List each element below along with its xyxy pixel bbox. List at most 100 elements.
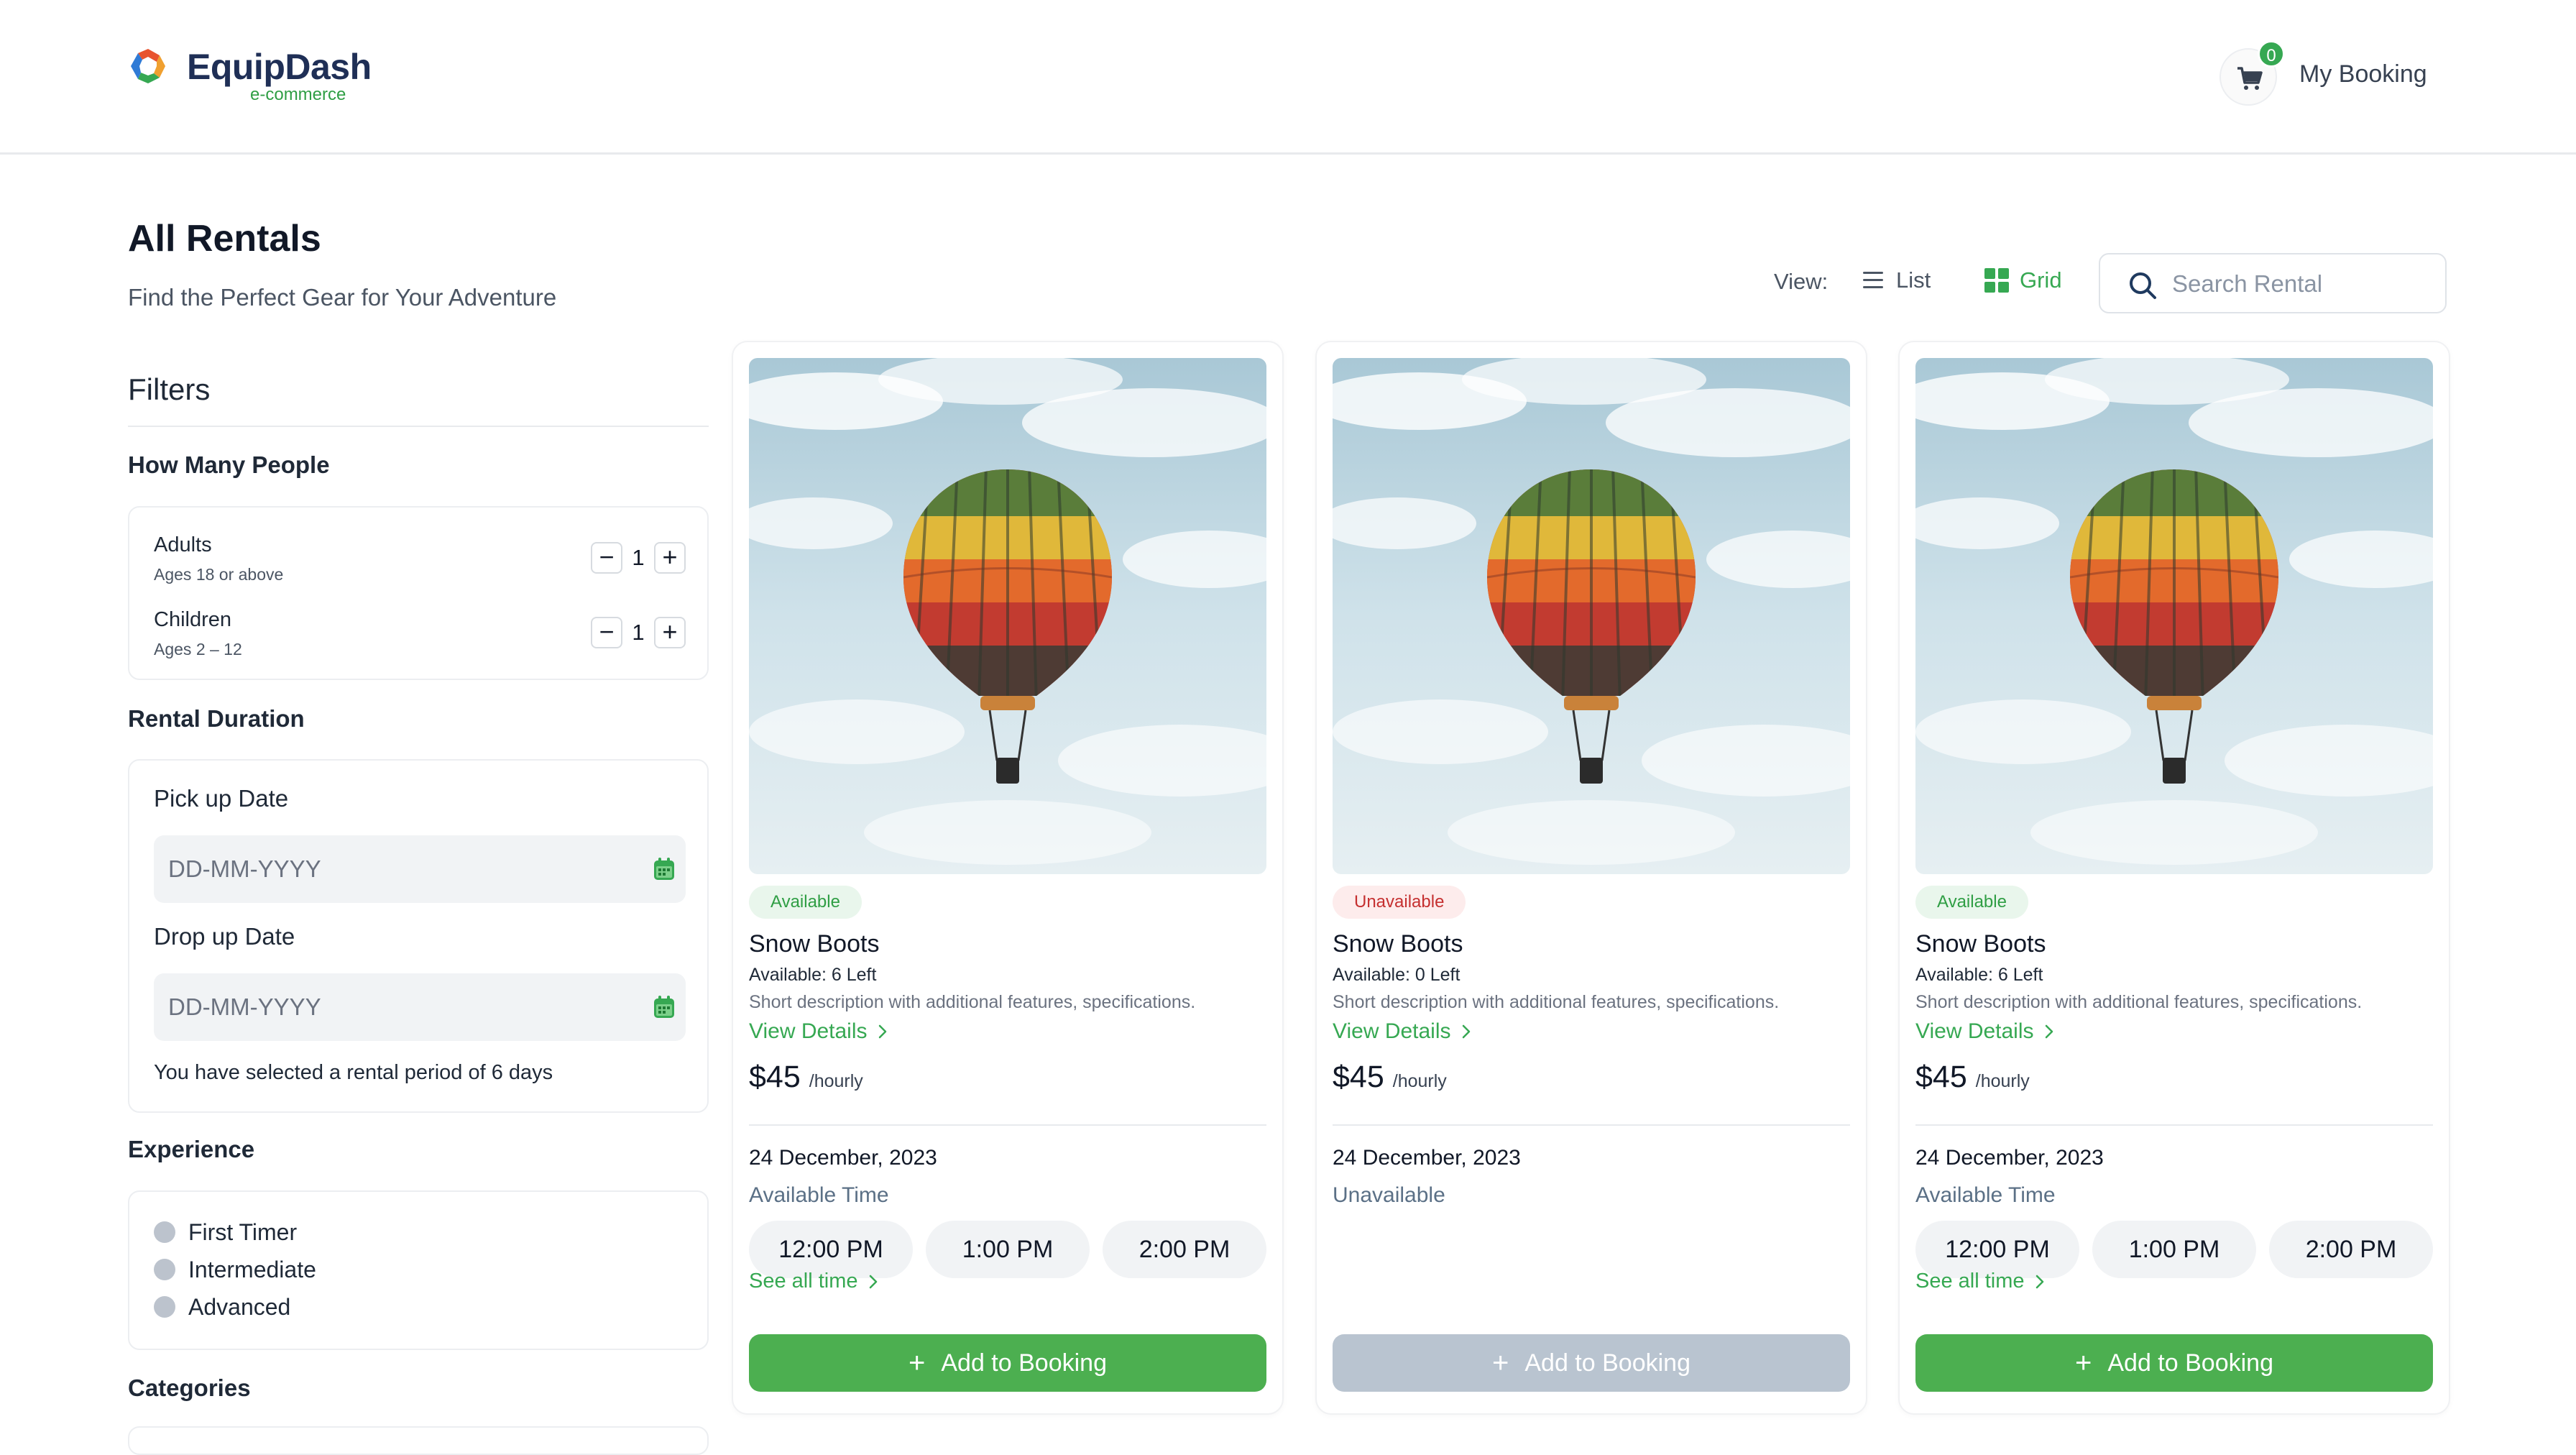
product-price: $45/hourly — [1915, 1060, 2030, 1095]
radio-button[interactable] — [154, 1221, 175, 1243]
children-count: 1 — [632, 620, 645, 645]
hot-air-balloon-photo — [1333, 358, 1850, 874]
filters-title: Filters — [128, 372, 211, 406]
time-slot-button[interactable]: 2:00 PM — [1103, 1221, 1266, 1278]
time-slot-button[interactable]: 1:00 PM — [2092, 1221, 2256, 1278]
brand-name: EquipDash — [187, 47, 372, 87]
dropoff-date-label: Drop up Date — [154, 923, 295, 950]
add-to-booking-button[interactable]: + Add to Booking — [1915, 1334, 2433, 1392]
product-stock: Available: 0 Left — [1333, 965, 1460, 985]
see-all-time-link[interactable]: See all time — [1915, 1270, 2045, 1293]
search-icon — [2130, 272, 2156, 299]
plus-icon: + — [1492, 1347, 1509, 1379]
see-all-time-label: See all time — [749, 1270, 858, 1293]
dropoff-date-input[interactable] — [168, 988, 599, 1027]
booking-date: 24 December, 2023 — [749, 1146, 937, 1170]
grid-icon — [1984, 268, 2009, 293]
availability-label: Available Time — [749, 1183, 889, 1207]
calendar-icon[interactable] — [653, 995, 676, 1019]
view-details-link[interactable]: View Details — [1915, 1019, 2054, 1044]
brand-logo[interactable]: EquipDash e-commerce — [128, 43, 387, 115]
list-view-toggle[interactable]: List — [1862, 266, 1931, 295]
view-details-link[interactable]: View Details — [749, 1019, 888, 1044]
adults-age-hint: Ages 18 or above — [154, 565, 284, 584]
logo-icon — [131, 49, 165, 83]
card-divider — [749, 1124, 1266, 1126]
product-card: Available Snow Boots Available: 6 Left Shor… — [1898, 341, 2450, 1415]
adults-count: 1 — [632, 545, 645, 570]
hot-air-balloon-photo — [1915, 358, 2433, 874]
children-decrement-button[interactable]: − — [591, 617, 622, 648]
add-to-booking-label: Add to Booking — [2107, 1349, 2273, 1377]
product-card: Available Snow Boots Available: 6 Left Shor… — [732, 341, 1284, 1415]
plus-icon: + — [908, 1347, 926, 1379]
search-input[interactable] — [2172, 265, 2431, 303]
view-details-label: View Details — [1915, 1019, 2034, 1043]
price-amount: $45 — [1333, 1060, 1384, 1094]
experience-panel: First Timer Intermediate Advanced — [128, 1190, 709, 1350]
product-stock: Available: 6 Left — [749, 965, 877, 985]
categories-section-title: Categories — [128, 1374, 251, 1401]
dropoff-date-field — [154, 973, 686, 1041]
pickup-date-input[interactable] — [168, 850, 599, 889]
price-unit: /hourly — [1975, 1071, 2030, 1091]
radio-button[interactable] — [154, 1296, 175, 1318]
time-slot-button[interactable]: 2:00 PM — [2269, 1221, 2433, 1278]
filters-divider — [128, 426, 709, 427]
product-image[interactable] — [1915, 358, 2433, 874]
product-name: Snow Boots — [1333, 930, 1463, 958]
pickup-date-field — [154, 835, 686, 903]
see-all-time-label: See all time — [1915, 1270, 2025, 1293]
children-age-hint: Ages 2 – 12 — [154, 640, 242, 658]
product-description: Short description with additional featur… — [749, 992, 1196, 1012]
product-price: $45/hourly — [1333, 1060, 1447, 1095]
price-unit: /hourly — [1392, 1071, 1447, 1091]
adults-decrement-button[interactable]: − — [591, 542, 622, 574]
availability-label: Unavailable — [1333, 1183, 1445, 1207]
top-header: EquipDash e-commerce 0 My Booking — [0, 0, 2576, 155]
product-stock: Available: 6 Left — [1915, 965, 2043, 985]
add-to-booking-label: Add to Booking — [941, 1349, 1107, 1377]
product-description: Short description with additional featur… — [1333, 992, 1780, 1012]
product-price: $45/hourly — [749, 1060, 863, 1095]
categories-panel — [128, 1426, 709, 1455]
people-panel: Adults Ages 18 or above − 1 + Children A… — [128, 506, 709, 680]
product-name: Snow Boots — [1915, 930, 2046, 958]
add-to-booking-button[interactable]: + Add to Booking — [749, 1334, 1266, 1392]
duration-panel: Pick up Date Drop up Date Yo — [128, 759, 709, 1113]
product-card: Unavailable Snow Boots Available: 0 Left Sh… — [1315, 341, 1867, 1415]
pickup-date-label: Pick up Date — [154, 785, 289, 812]
see-all-time-link[interactable]: See all time — [749, 1270, 878, 1293]
shopping-cart-icon — [2237, 67, 2263, 90]
children-increment-button[interactable]: + — [654, 617, 686, 648]
product-name: Snow Boots — [749, 930, 880, 958]
children-stepper: − 1 + — [591, 617, 686, 648]
calendar-icon[interactable] — [653, 857, 676, 881]
cart-count-badge: 0 — [2258, 40, 2285, 68]
cart-button[interactable]: 0 — [2220, 40, 2285, 106]
grid-view-label: Grid — [2020, 267, 2062, 293]
experience-option-advanced[interactable]: Advanced — [154, 1293, 290, 1321]
experience-option-first-timer[interactable]: First Timer — [154, 1218, 297, 1247]
product-image[interactable] — [1333, 358, 1850, 874]
adults-increment-button[interactable]: + — [654, 542, 686, 574]
product-image[interactable] — [749, 358, 1266, 874]
price-unit: /hourly — [809, 1071, 863, 1091]
view-details-link[interactable]: View Details — [1333, 1019, 1471, 1044]
card-divider — [1915, 1124, 2433, 1126]
chevron-right-icon — [878, 1024, 886, 1039]
price-amount: $45 — [1915, 1060, 1967, 1094]
radio-button[interactable] — [154, 1259, 175, 1280]
my-booking-link[interactable]: My Booking — [2299, 60, 2427, 88]
experience-option-intermediate[interactable]: Intermediate — [154, 1255, 316, 1284]
card-divider — [1333, 1124, 1850, 1126]
grid-view-toggle[interactable]: Grid — [1984, 266, 2062, 295]
experience-option-label: First Timer — [188, 1218, 298, 1245]
status-badge: Unavailable — [1333, 886, 1466, 919]
time-slot-button[interactable]: 1:00 PM — [926, 1221, 1090, 1278]
children-label: Children — [154, 608, 231, 631]
rental-period-note: You have selected a rental period of 6 d… — [154, 1061, 553, 1084]
availability-label: Available Time — [1915, 1183, 2056, 1207]
add-to-booking-button[interactable]: + Add to Booking — [1333, 1334, 1850, 1392]
chevron-right-icon — [1462, 1024, 1470, 1039]
